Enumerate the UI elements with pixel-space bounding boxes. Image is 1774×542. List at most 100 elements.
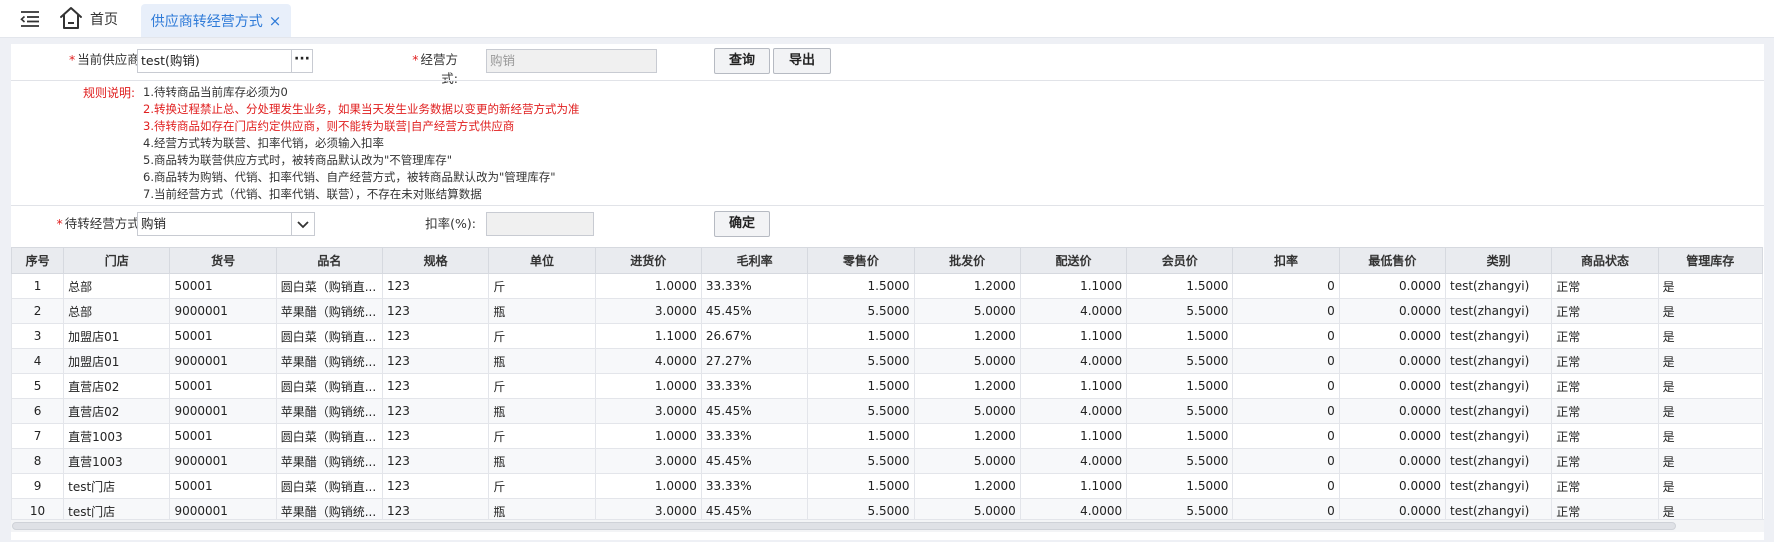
- table-cell: test(zhangyi): [1444, 273, 1553, 299]
- table-cell: 5.0000: [913, 298, 1021, 324]
- rule-item: 1.待转商品当前库存必须为0: [143, 85, 288, 99]
- table-cell: 直营店02: [63, 373, 171, 399]
- table-cell: 是: [1657, 423, 1764, 449]
- column-header[interactable]: 管理库存: [1657, 247, 1764, 274]
- table-cell: 33.33%: [700, 273, 809, 299]
- column-header[interactable]: 货号: [169, 247, 277, 274]
- tab-home-label: 首页: [90, 12, 118, 28]
- chevron-down-icon[interactable]: [291, 212, 315, 236]
- table-row[interactable]: 9 test门店 50001 圆白菜（购销直... 123 斤 1.0000 33.33% 1.…: [10, 473, 1764, 499]
- supplier-picker-button[interactable]: ···: [291, 49, 313, 73]
- table-cell: 5.5000: [807, 348, 915, 374]
- supplier-input[interactable]: test(购销): [137, 49, 303, 73]
- table-cell: test(zhangyi): [1444, 348, 1553, 374]
- table-cell: 9000001: [169, 448, 277, 474]
- table-cell: 3.0000: [594, 448, 702, 474]
- table-row[interactable]: 8 直营1003 9000001 苹果醋（购销统... 123 瓶 3.0000 45.45%…: [10, 448, 1764, 474]
- table-row[interactable]: 6 直营店02 9000001 苹果醋（购销统... 123 瓶 3.0000 45.45% 5…: [10, 398, 1764, 424]
- column-header[interactable]: 序号: [10, 247, 65, 274]
- table-cell: 瓶: [488, 398, 596, 424]
- table-cell: 7: [10, 423, 65, 449]
- query-button[interactable]: 查询: [714, 48, 770, 74]
- table-cell: 50001: [169, 273, 277, 299]
- horizontal-scrollbar[interactable]: [11, 519, 1764, 532]
- table-row[interactable]: 2 总部 9000001 苹果醋（购销统... 123 瓶 3.0000 45.45% 5.50…: [10, 298, 1764, 324]
- confirm-button[interactable]: 确定: [714, 211, 770, 237]
- rule-item: 5.商品转为联营供应方式时，被转商品默认改为"不管理库存": [143, 153, 453, 167]
- table-cell: 123: [382, 448, 490, 474]
- table-cell: 123: [382, 473, 490, 499]
- home-icon: [58, 5, 84, 34]
- table-cell: 9: [10, 473, 65, 499]
- column-header[interactable]: 类别: [1444, 247, 1553, 274]
- column-header[interactable]: 会员价: [1126, 247, 1234, 274]
- table-body: 1 总部 50001 圆白菜（购销直... 123 斤 1.0000 33.33% 1.5000…: [10, 273, 1764, 524]
- table-cell: 5: [10, 373, 65, 399]
- column-header[interactable]: 门店: [63, 247, 171, 274]
- export-button[interactable]: 导出: [773, 48, 831, 74]
- menu-collapse-icon[interactable]: [19, 9, 41, 29]
- table-cell: 正常: [1551, 473, 1659, 499]
- column-header[interactable]: 批发价: [913, 247, 1021, 274]
- table-cell: 123: [382, 348, 490, 374]
- column-header[interactable]: 零售价: [807, 247, 915, 274]
- table-cell: test(zhangyi): [1444, 398, 1553, 424]
- table-row[interactable]: 5 直营店02 50001 圆白菜（购销直... 123 斤 1.0000 33.33% 1.5…: [10, 373, 1764, 399]
- table-cell: 3: [10, 323, 65, 349]
- table-cell: 0: [1232, 423, 1340, 449]
- table-cell: 3.0000: [594, 398, 702, 424]
- table-cell: 0: [1232, 373, 1340, 399]
- table-cell: 0.0000: [1338, 323, 1447, 349]
- column-header[interactable]: 单位: [488, 247, 596, 274]
- target-mode-select[interactable]: 购销: [137, 212, 292, 236]
- table-cell: 0: [1232, 448, 1340, 474]
- table-cell: 是: [1657, 448, 1764, 474]
- tab-supplier-mode-convert[interactable]: 供应商转经营方式 ×: [141, 4, 291, 37]
- table-cell: 33.33%: [700, 473, 809, 499]
- table-cell: 正常: [1551, 373, 1659, 399]
- column-header[interactable]: 配送价: [1019, 247, 1128, 274]
- table-cell: 正常: [1551, 423, 1659, 449]
- column-header[interactable]: 规格: [382, 247, 490, 274]
- table-cell: 直营店02: [63, 398, 171, 424]
- table-cell: 圆白菜（购销直...: [275, 323, 384, 349]
- table-cell: 正常: [1551, 273, 1659, 299]
- table-cell: 1.0000: [594, 273, 702, 299]
- table-cell: 123: [382, 373, 490, 399]
- column-header[interactable]: 商品状态: [1551, 247, 1659, 274]
- table-cell: 123: [382, 298, 490, 324]
- column-header[interactable]: 扣率: [1232, 247, 1340, 274]
- table-row[interactable]: 3 加盟店01 50001 圆白菜（购销直... 123 斤 1.1000 26.67% 1.5…: [10, 323, 1764, 349]
- table-cell: 斤: [488, 473, 596, 499]
- divider: [11, 80, 1764, 81]
- table-cell: 0.0000: [1338, 348, 1447, 374]
- table-cell: 斤: [488, 273, 596, 299]
- table-cell: test(zhangyi): [1444, 323, 1553, 349]
- table-cell: 9000001: [169, 398, 277, 424]
- table-cell: 26.67%: [700, 323, 809, 349]
- column-header[interactable]: 品名: [275, 247, 384, 274]
- close-icon[interactable]: ×: [269, 12, 282, 30]
- rate-input[interactable]: [486, 212, 594, 236]
- table-row[interactable]: 4 加盟店01 9000001 苹果醋（购销统... 123 瓶 4.0000 27.27% 5…: [10, 348, 1764, 374]
- table-cell: 0.0000: [1338, 473, 1447, 499]
- table-cell: 1.5000: [1126, 473, 1234, 499]
- tab-home[interactable]: 首页: [58, 6, 118, 32]
- table-cell: 1.5000: [807, 373, 915, 399]
- table-row[interactable]: 7 直营1003 50001 圆白菜（购销直... 123 斤 1.0000 33.33% 1.…: [10, 423, 1764, 449]
- rule-item: 7.当前经营方式（代销、扣率代销、联营），不存在未对账结算数据: [143, 187, 482, 201]
- table-cell: test门店: [63, 473, 171, 499]
- table-cell: 5.5000: [1126, 398, 1234, 424]
- column-header[interactable]: 毛利率: [700, 247, 809, 274]
- table-row[interactable]: 1 总部 50001 圆白菜（购销直... 123 斤 1.0000 33.33% 1.5000…: [10, 273, 1764, 299]
- table-cell: 1.5000: [807, 423, 915, 449]
- rule-item: 4.经营方式转为联营、扣率代销，必须输入扣率: [143, 136, 384, 150]
- column-header[interactable]: 最低售价: [1338, 247, 1447, 274]
- table-cell: 27.27%: [700, 348, 809, 374]
- table-cell: 5.5000: [1126, 348, 1234, 374]
- table-cell: 直营1003: [63, 448, 171, 474]
- table-cell: 4.0000: [1019, 448, 1128, 474]
- scrollbar-thumb[interactable]: [12, 522, 1676, 530]
- table-cell: 1.5000: [1126, 323, 1234, 349]
- column-header[interactable]: 进货价: [594, 247, 702, 274]
